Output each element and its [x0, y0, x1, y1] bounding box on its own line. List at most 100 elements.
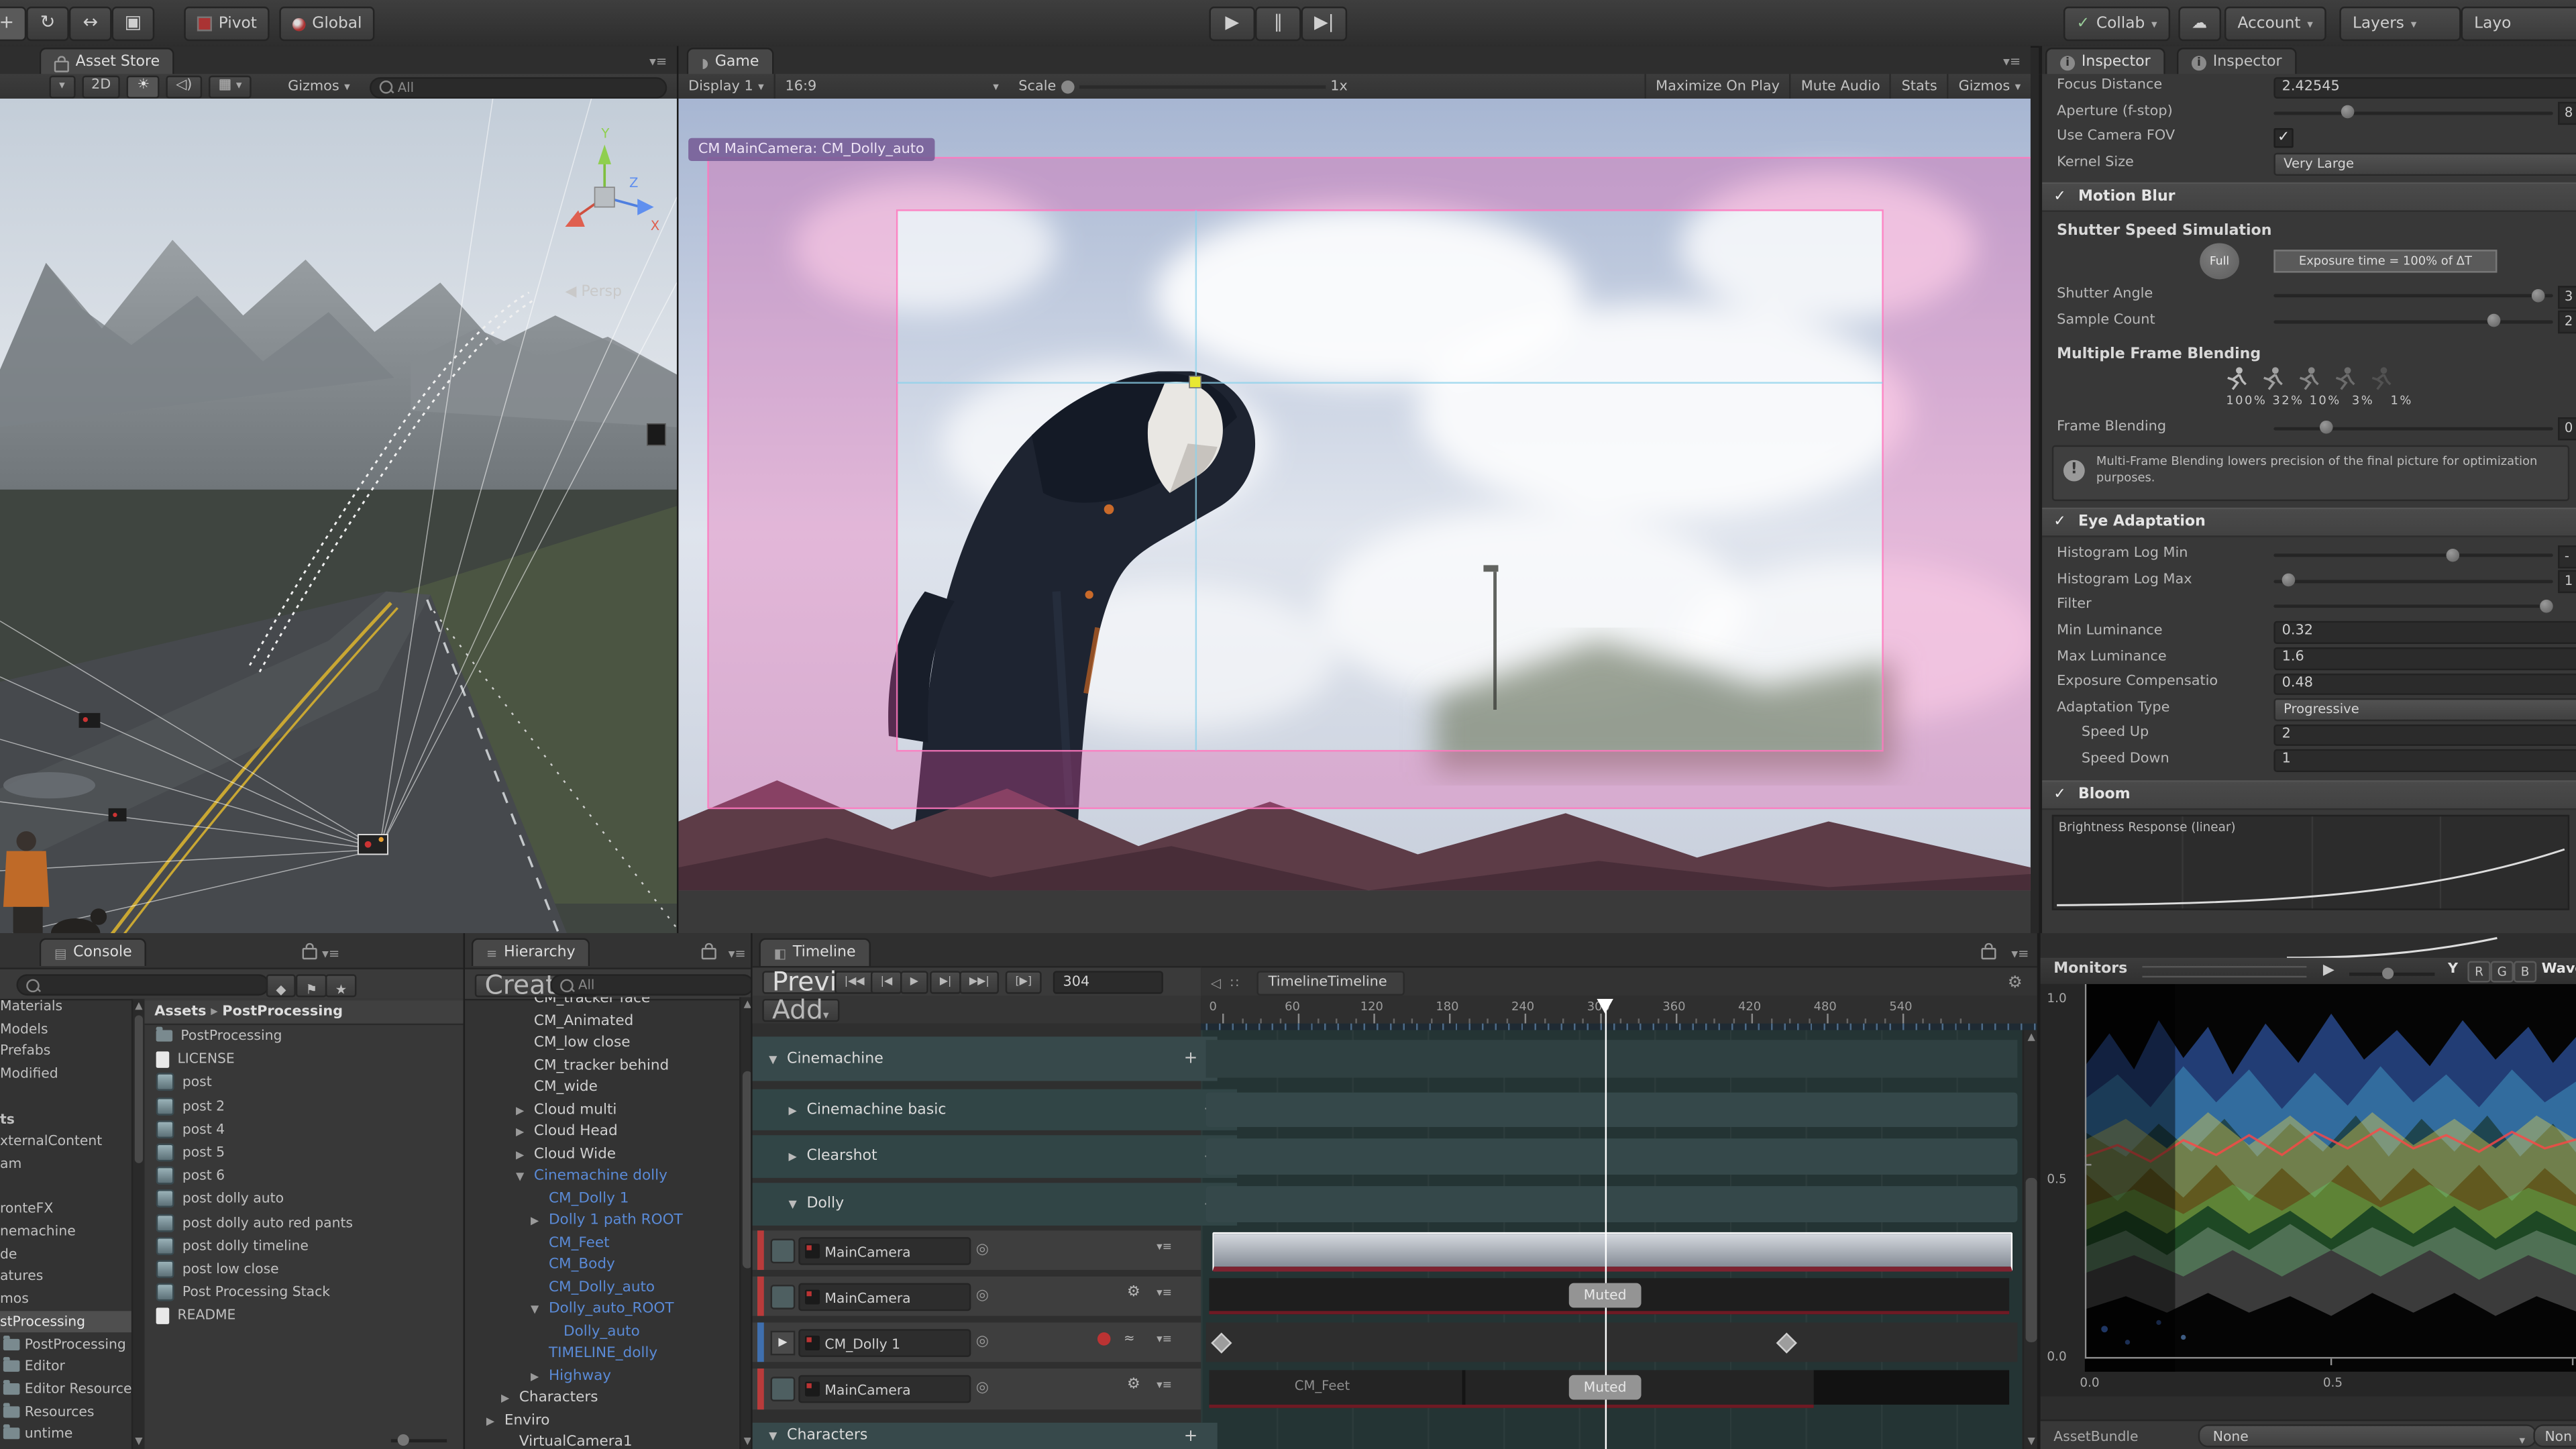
- mute-audio-toggle[interactable]: Mute Audio: [1789, 74, 1890, 101]
- expand-arrow-icon[interactable]: ▼: [769, 1430, 777, 1443]
- hierarchy-item[interactable]: TIMELINE_dolly: [465, 1344, 739, 1366]
- tab-timeline[interactable]: ◧ Timeline: [759, 938, 871, 967]
- project-folder-item[interactable]: Models: [0, 1018, 131, 1040]
- brightness-response-curve[interactable]: Brightness Response (linear): [2051, 814, 2570, 910]
- hierarchy-item[interactable]: CM_Dolly 1: [465, 1189, 739, 1211]
- slider-knob[interactable]: [2282, 574, 2295, 587]
- goto-start-button[interactable]: |◀◀: [835, 971, 875, 994]
- project-file-item[interactable]: post dolly auto: [145, 1189, 464, 1210]
- slider-value-field[interactable]: -: [2558, 545, 2576, 568]
- timeline-play-button[interactable]: ▶: [900, 971, 928, 994]
- lock-icon[interactable]: [1981, 943, 1996, 960]
- curves-icon[interactable]: ≈: [1124, 1331, 1134, 1346]
- track-name-field[interactable]: CM_Dolly 1: [798, 1329, 971, 1357]
- hierarchy-item[interactable]: CM_Body: [465, 1255, 739, 1277]
- settings-gear-icon[interactable]: ⚙: [2008, 974, 2023, 992]
- timeline-item-track[interactable]: MainCamera ◎ ▾≡: [752, 1230, 1201, 1271]
- shutter-angle-slider[interactable]: [2273, 288, 2553, 303]
- kernel-size-dropdown[interactable]: Very Large: [2273, 153, 2576, 176]
- check-icon[interactable]: ✓: [2053, 510, 2065, 536]
- project-file-item[interactable]: post 2: [145, 1095, 464, 1116]
- hierarchy-item[interactable]: ▶ Cloud multi: [465, 1100, 739, 1122]
- motion-blur-section-header[interactable]: ✓ Motion Blur: [2042, 182, 2576, 213]
- shaded-dropdown[interactable]: ▾: [49, 75, 75, 99]
- add-clip-button[interactable]: +: [1184, 1427, 1198, 1445]
- game-gizmos-dropdown[interactable]: Gizmos ▾: [1947, 74, 2031, 101]
- slider-value-field[interactable]: 3: [2558, 285, 2576, 309]
- lock-icon[interactable]: [302, 943, 317, 960]
- timeline-item-track[interactable]: MainCamera ◎ ▾≡ ⚙: [752, 1276, 1201, 1316]
- timeline-group-track[interactable]: ▼ Cinemachine +: [752, 1036, 1218, 1081]
- project-file-item[interactable]: Post Processing Stack: [145, 1282, 464, 1303]
- assetbundle-dropdown[interactable]: None ▾: [2198, 1424, 2537, 1448]
- timeline-group-track[interactable]: ▶Cinemachine basic+: [752, 1089, 1238, 1130]
- clip-lane-keys[interactable]: [1205, 1322, 2018, 1362]
- project-folder-item[interactable]: Resources: [0, 1401, 131, 1422]
- track-muted-icon[interactable]: ⚙: [1127, 1377, 1140, 1393]
- aperture-f-stop--slider[interactable]: [2273, 105, 2553, 119]
- hierarchy-item[interactable]: CM_Animated: [465, 1011, 739, 1033]
- project-file-item[interactable]: post dolly auto red pants: [145, 1212, 464, 1233]
- rotate-tool-button[interactable]: ↻: [26, 6, 69, 42]
- mute-all-icon[interactable]: ◁: [1211, 976, 1221, 991]
- tab-asset-store[interactable]: Asset Store: [39, 48, 175, 76]
- expand-arrow-icon[interactable]: ▼: [516, 1167, 524, 1189]
- add-clip-button[interactable]: +: [1184, 1050, 1198, 1068]
- expand-arrow-icon[interactable]: ▼: [769, 1053, 777, 1066]
- speed-up-field[interactable]: 2: [2273, 724, 2576, 747]
- track-menu-icon[interactable]: ▾≡: [1157, 1240, 1172, 1254]
- speed-down-field[interactable]: 1: [2273, 749, 2576, 772]
- filter-slider[interactable]: [2273, 599, 2553, 613]
- edit-mode-icon[interactable]: ∷: [1230, 976, 1238, 991]
- audio-toggle[interactable]: ◁): [166, 75, 203, 99]
- hierarchy-item[interactable]: ▶ Cloud Wide: [465, 1144, 739, 1167]
- record-icon[interactable]: [1097, 1332, 1111, 1346]
- lock-icon[interactable]: [701, 943, 716, 960]
- full-shutter-button[interactable]: Full: [2200, 244, 2239, 280]
- aspect-dropdown[interactable]: 16:9 ▾: [773, 74, 1008, 101]
- drag-handle[interactable]: [2142, 966, 2307, 978]
- scene-viewport[interactable]: Y Z X ◀ Persp: [0, 98, 677, 934]
- tab-inspector-1[interactable]: i Inspector: [2045, 48, 2165, 76]
- project-folder-item[interactable]: nemachine: [0, 1221, 131, 1242]
- scale-slider[interactable]: Scale 1x: [1009, 74, 1358, 100]
- object-picker-icon[interactable]: ◎: [976, 1242, 989, 1258]
- collab-button[interactable]: ✓ Collab ▾: [2063, 6, 2171, 42]
- track-muted-icon[interactable]: ⚙: [1127, 1285, 1140, 1301]
- max-luminance-field[interactable]: 1.6: [2273, 647, 2576, 670]
- project-file-item[interactable]: post 6: [145, 1165, 464, 1187]
- track-menu-icon[interactable]: ▾≡: [1157, 1332, 1172, 1346]
- stats-toggle[interactable]: Stats: [1890, 74, 1947, 101]
- scale-knob[interactable]: [1061, 80, 1075, 94]
- adaptation-type-dropdown[interactable]: Progressive: [2273, 698, 2576, 722]
- display-dropdown[interactable]: Display 1 ▾: [678, 74, 773, 100]
- timeline-group-track[interactable]: ▼Dolly+: [752, 1183, 1238, 1226]
- tab-hierarchy[interactable]: ≡ Hierarchy: [471, 938, 590, 967]
- project-file-item[interactable]: post dolly timeline: [145, 1235, 464, 1256]
- hierarchy-item[interactable]: CM_Feet: [465, 1233, 739, 1255]
- panel-menu-icon[interactable]: ▾≡: [2003, 54, 2021, 69]
- project-file-item[interactable]: LICENSE: [145, 1049, 464, 1070]
- object-picker-icon[interactable]: ◎: [976, 1288, 989, 1304]
- project-file-item[interactable]: PostProcessing: [145, 1025, 464, 1046]
- timeline-group-track[interactable]: ▼ Characters +: [752, 1422, 1218, 1449]
- expand-arrow-icon[interactable]: ▶: [516, 1144, 524, 1167]
- object-picker-icon[interactable]: ◎: [976, 1380, 989, 1396]
- histogram-log-max-slider[interactable]: [2273, 574, 2553, 587]
- histogram-log-min-slider[interactable]: [2273, 548, 2553, 561]
- prev-frame-button[interactable]: |◀: [870, 971, 902, 994]
- slider-knob[interactable]: [2532, 288, 2545, 303]
- expand-arrow-icon[interactable]: ▼: [789, 1197, 797, 1211]
- track-play-icon[interactable]: ▶: [770, 1330, 796, 1356]
- expand-arrow-icon[interactable]: ▶: [486, 1410, 494, 1432]
- waveform-mode-dropdown[interactable]: Wavef: [2542, 961, 2576, 977]
- hierarchy-item[interactable]: ▼ Dolly_auto_ROOT: [465, 1299, 739, 1322]
- panel-menu-icon[interactable]: ▾≡: [649, 54, 667, 69]
- scene-gizmos-dropdown[interactable]: Gizmos ▾: [278, 74, 360, 100]
- layout-button[interactable]: Layo: [2461, 6, 2576, 42]
- track-menu-icon[interactable]: ▾≡: [1157, 1287, 1172, 1300]
- project-folder-item[interactable]: ronteFX: [0, 1198, 131, 1220]
- slider-knob[interactable]: [2540, 599, 2553, 613]
- hierarchy-item[interactable]: ▶ Characters: [465, 1388, 739, 1410]
- hierarchy-item[interactable]: VirtualCamera1: [465, 1433, 739, 1449]
